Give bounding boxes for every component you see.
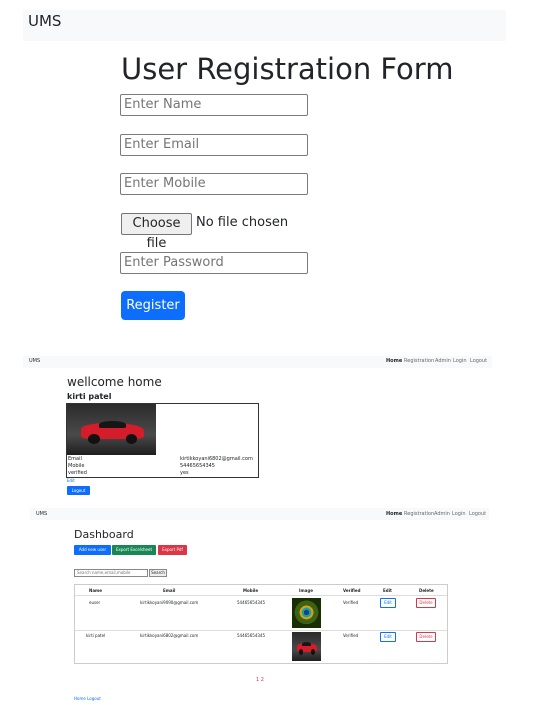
dashboard-brand[interactable]: UMS: [36, 511, 47, 518]
page-title: User Registration Form: [121, 52, 454, 86]
nav-logout[interactable]: Logout: [470, 358, 487, 365]
pagination[interactable]: 1 2: [256, 677, 264, 683]
dash-nav-admin[interactable]: Admin: [434, 511, 450, 518]
row2-verified: Verified: [343, 633, 359, 638]
profile-mobile-label: Mobile: [68, 463, 85, 469]
profile-email-value: kirtikkoyani6802@gmail.com: [180, 456, 253, 462]
profile-verified-label: verified: [68, 470, 87, 476]
row2-delete-button[interactable]: Delete: [416, 632, 436, 642]
nav-admin[interactable]: Admin: [435, 358, 451, 365]
row1-mobile: 54465654345: [237, 600, 265, 605]
welcome-heading: wellcome home: [67, 375, 162, 389]
row1-name: euser: [89, 600, 101, 605]
users-table: [74, 584, 448, 664]
col-delete: Delete: [419, 588, 434, 593]
row-divider: [75, 630, 447, 631]
export-pdf-button[interactable]: Export Pdf: [158, 545, 187, 555]
col-name: Name: [89, 588, 102, 593]
logout-button[interactable]: Logout: [67, 486, 90, 495]
row2-edit-button[interactable]: Edit: [380, 632, 396, 642]
nav-home[interactable]: Home: [386, 358, 402, 365]
col-image: Image: [299, 588, 313, 593]
col-email: Email: [163, 588, 176, 593]
dash-nav-home[interactable]: Home: [386, 511, 402, 518]
search-button[interactable]: Search: [149, 569, 167, 577]
search-input[interactable]: Search name,email,mobile: [74, 569, 148, 577]
row1-verified: Verified: [343, 600, 359, 605]
profile-mobile-value: 54465654345: [180, 463, 215, 469]
col-mobile: Mobile: [243, 588, 259, 593]
row2-email: kirtikkoyani6802@gmail.com: [140, 633, 199, 638]
row2-name: kirti patel: [86, 633, 106, 638]
file-status-text: No file chosen: [196, 215, 289, 230]
add-user-button[interactable]: Add new user: [74, 545, 111, 555]
choose-file-button[interactable]: Choose file: [121, 213, 192, 251]
footer-links[interactable]: Home Logout: [74, 696, 101, 701]
email-input[interactable]: Enter Email: [120, 134, 308, 156]
row1-peacock-image: [292, 598, 321, 628]
col-edit: Edit: [383, 588, 392, 593]
dash-nav-login[interactable]: Login: [452, 511, 466, 518]
row1-delete-button[interactable]: Delete: [416, 598, 436, 608]
profile-car-image: [67, 404, 156, 455]
password-input[interactable]: Enter Password: [120, 252, 308, 274]
profile-email-label: Email: [68, 456, 82, 462]
register-button[interactable]: Register: [121, 291, 185, 320]
home-brand[interactable]: UMS: [29, 358, 40, 365]
col-verified: Verified: [343, 588, 361, 593]
name-input[interactable]: Enter Name: [120, 94, 308, 116]
row1-edit-button[interactable]: Edit: [380, 598, 396, 608]
header-divider: [75, 595, 447, 596]
row2-mobile: 54465654345: [237, 633, 265, 638]
row1-email: kirtikkoyani9090@gmail.com: [140, 600, 199, 605]
row2-car-image: [292, 632, 321, 661]
edit-profile-link[interactable]: Edit: [67, 478, 75, 483]
dashboard-title: Dashboard: [74, 528, 134, 541]
profile-verified-value: yes: [180, 470, 189, 476]
nav-login[interactable]: Login: [453, 358, 467, 365]
dash-nav-registration[interactable]: Registration: [404, 511, 434, 518]
dash-nav-logout[interactable]: Logout: [469, 511, 486, 518]
brand-logo[interactable]: UMS: [28, 12, 61, 30]
mobile-input[interactable]: Enter Mobile: [120, 173, 308, 195]
nav-registration[interactable]: Registration: [404, 358, 434, 365]
export-excel-button[interactable]: Export Excelsheet: [112, 545, 156, 555]
top-navbar: [23, 10, 506, 41]
user-name: kirti patel: [67, 392, 112, 401]
